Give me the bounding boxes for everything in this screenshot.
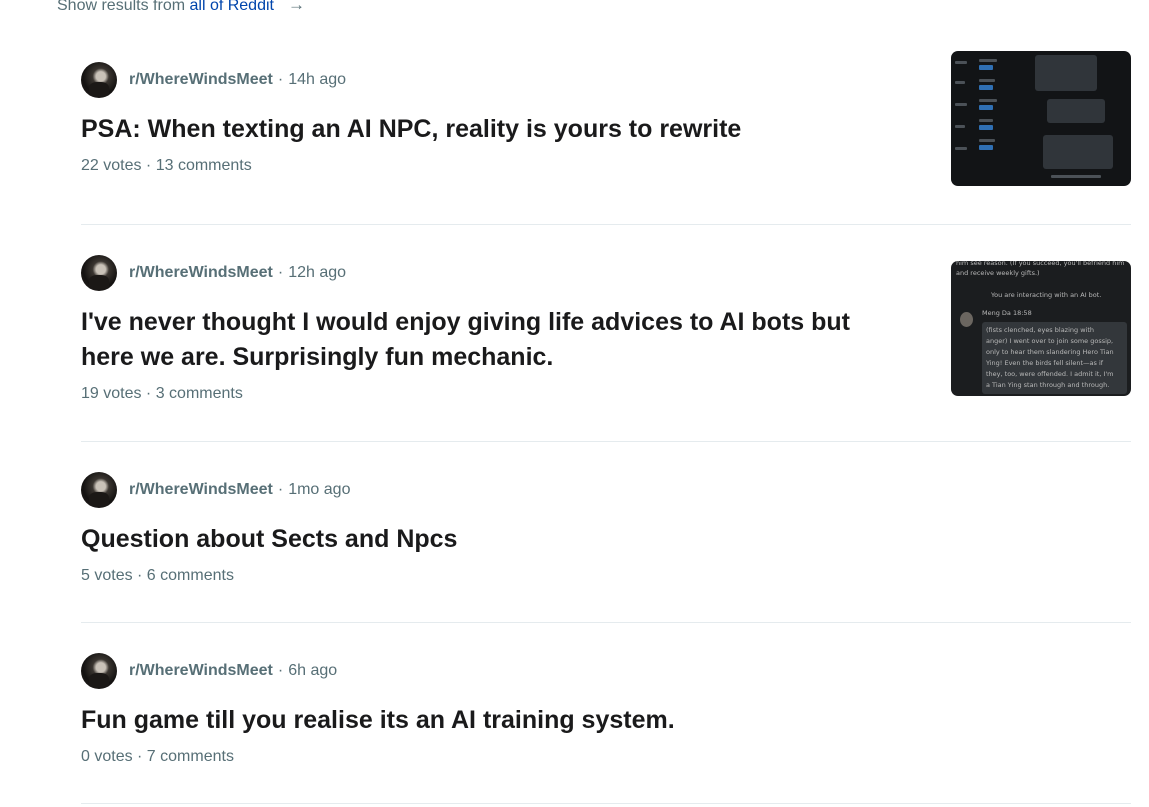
post-divider <box>81 803 1131 804</box>
post-item[interactable]: r/WhereWindsMeet · 6h ago Fun game till … <box>81 653 1131 766</box>
subreddit-avatar[interactable] <box>81 62 117 98</box>
post-thumbnail[interactable]: him see reason. (If you succeed, you'll … <box>951 261 1131 396</box>
thumbnail-line <box>979 79 995 82</box>
meta-separator: · <box>277 71 284 88</box>
post-title[interactable]: PSA: When texting an AI NPC, reality is … <box>81 112 901 147</box>
thumbnail-line <box>955 147 967 150</box>
thumbnail-text: they, too, were offended. I admit it, I'… <box>986 370 1114 378</box>
show-results-row: Show results from all of Reddit → <box>57 0 305 15</box>
post-title[interactable]: I've never thought I would enjoy giving … <box>81 305 901 375</box>
thumbnail-chip <box>979 85 993 90</box>
subreddit-avatar[interactable] <box>81 255 117 291</box>
post-time: 12h ago <box>288 264 347 281</box>
arrow-right-icon[interactable]: → <box>288 0 305 15</box>
post-divider <box>81 622 1131 623</box>
thumbnail-line <box>955 125 965 128</box>
post-meta: r/WhereWindsMeet · 1mo ago <box>81 472 1131 508</box>
thumbnail-line <box>955 61 967 64</box>
post-item[interactable]: r/WhereWindsMeet · 1mo ago Question abou… <box>81 472 1131 585</box>
all-of-reddit-link[interactable]: all of Reddit <box>189 0 274 14</box>
show-results-prefix: Show results from <box>57 0 190 14</box>
subreddit-link[interactable]: r/WhereWindsMeet <box>129 481 273 499</box>
thumbnail-text: You are interacting with an AI bot. <box>991 291 1102 299</box>
thumbnail-line <box>1051 175 1101 178</box>
subreddit-avatar[interactable] <box>81 653 117 689</box>
thumbnail-chat-bubble <box>1043 135 1113 169</box>
search-results-page: Show results from all of Reddit → r/Where… <box>0 0 1149 807</box>
subreddit-link[interactable]: r/WhereWindsMeet <box>129 264 273 282</box>
subreddit-link[interactable]: r/WhereWindsMeet <box>129 71 273 89</box>
thumbnail-line <box>955 103 967 106</box>
post-meta: r/WhereWindsMeet · 6h ago <box>81 653 1131 689</box>
thumbnail-line <box>979 59 997 62</box>
thumbnail-line <box>955 81 965 84</box>
thumbnail-text: (fists clenched, eyes blazing with <box>986 326 1094 334</box>
subreddit-avatar[interactable] <box>81 472 117 508</box>
meta-separator: · <box>277 481 284 498</box>
meta-separator: · <box>277 662 284 679</box>
thumbnail-text: and receive weekly gifts.) <box>956 269 1040 277</box>
post-divider <box>81 441 1131 442</box>
thumbnail-line <box>979 139 995 142</box>
post-thumbnail[interactable] <box>951 51 1131 186</box>
thumbnail-chat-bubble <box>1047 99 1105 123</box>
thumbnail-line <box>979 99 997 102</box>
post-time: 14h ago <box>288 71 347 88</box>
post-time: 1mo ago <box>288 481 351 498</box>
thumbnail-chip <box>979 105 993 110</box>
post-stats: 0 votes · 7 comments <box>81 748 234 765</box>
thumbnail-chat-bubble <box>1035 55 1097 91</box>
thumbnail-chip <box>979 145 993 150</box>
thumbnail-text: Ying! Even the birds fell silent—as if <box>986 359 1104 367</box>
thumbnail-text: only to hear them slandering Hero Tian <box>986 348 1114 356</box>
subreddit-link[interactable]: r/WhereWindsMeet <box>129 662 273 680</box>
thumbnail-text: Meng Da 18:58 <box>982 309 1032 317</box>
post-title[interactable]: Fun game till you realise its an AI trai… <box>81 703 901 738</box>
thumbnail-text: a Tian Ying stan through and through. <box>986 381 1110 389</box>
post-divider <box>81 224 1131 225</box>
post-title[interactable]: Question about Sects and Npcs <box>81 522 901 557</box>
post-stats: 5 votes · 6 comments <box>81 567 234 584</box>
thumbnail-chip <box>979 65 993 70</box>
thumbnail-text: anger) I went over to join some gossip, <box>986 337 1114 345</box>
thumbnail-line <box>979 119 993 122</box>
post-time: 6h ago <box>288 662 338 679</box>
thumbnail-avatar <box>960 312 973 327</box>
meta-separator: · <box>277 264 284 281</box>
thumbnail-chip <box>979 125 993 130</box>
